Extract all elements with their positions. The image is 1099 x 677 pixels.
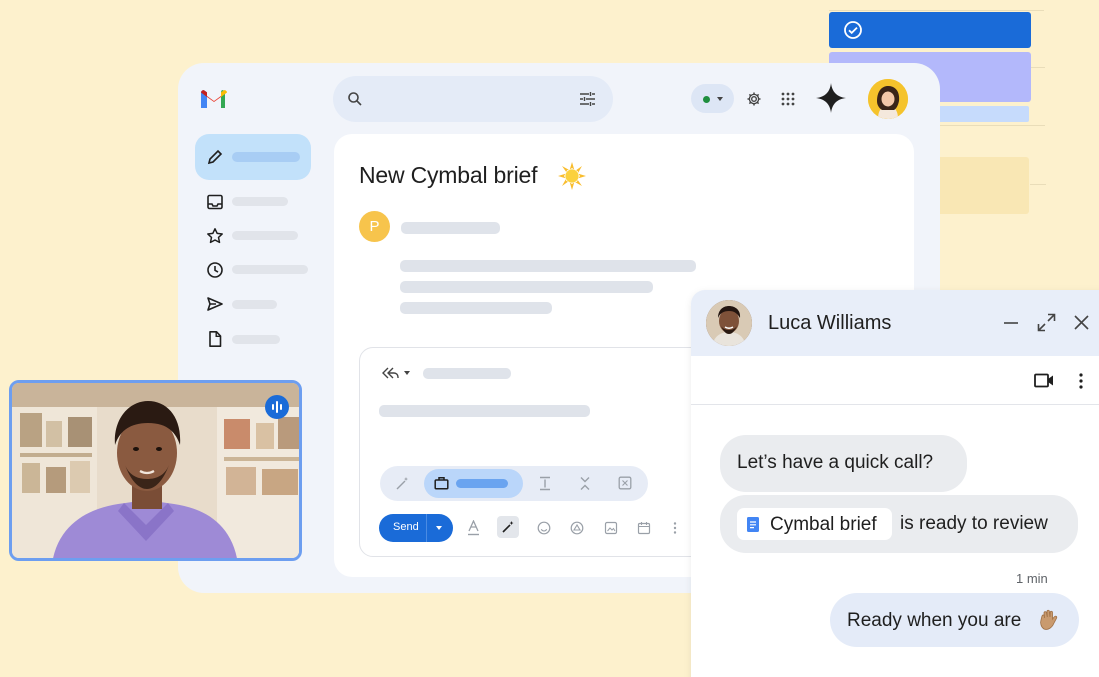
tune-icon[interactable] bbox=[579, 91, 596, 107]
emoji-icon[interactable] bbox=[537, 521, 551, 535]
contact-photo bbox=[706, 300, 752, 346]
more-vert-icon[interactable] bbox=[1079, 373, 1083, 389]
reply-box[interactable]: Send bbox=[359, 347, 729, 557]
avatar[interactable] bbox=[706, 300, 752, 346]
sidebar-item-inbox[interactable] bbox=[232, 197, 288, 206]
check-circle-icon bbox=[844, 21, 862, 39]
calendar-event[interactable] bbox=[935, 157, 1029, 214]
elaborate-icon[interactable] bbox=[538, 476, 552, 491]
speaking-indicator bbox=[265, 395, 289, 419]
gmail-logo[interactable] bbox=[201, 88, 227, 108]
star-icon[interactable] bbox=[206, 227, 224, 245]
image-icon[interactable] bbox=[604, 521, 618, 535]
sidebar-item-snoozed[interactable] bbox=[232, 265, 308, 274]
chat-contact-name: Luca Williams bbox=[768, 312, 892, 334]
magic-wand-icon[interactable] bbox=[395, 476, 410, 491]
expand-icon[interactable] bbox=[1037, 313, 1056, 332]
reply-all-icon[interactable] bbox=[380, 366, 400, 380]
sidebar-item-starred[interactable] bbox=[232, 231, 298, 240]
chat-window: Luca Williams Let’s have a quick call? C… bbox=[691, 290, 1099, 677]
chat-message-own[interactable]: Ready when you are bbox=[830, 593, 1079, 647]
sender-avatar[interactable]: P bbox=[359, 211, 390, 242]
shorten-icon[interactable] bbox=[579, 476, 591, 491]
message-body-line bbox=[400, 281, 653, 293]
text-format-icon[interactable] bbox=[467, 520, 480, 536]
chat-message[interactable]: Let’s have a quick call? bbox=[720, 435, 967, 492]
chat-header[interactable]: Luca Williams bbox=[691, 290, 1099, 356]
briefcase-icon bbox=[434, 477, 449, 490]
calendar-task-event[interactable] bbox=[829, 12, 1031, 48]
calendar-gridline bbox=[940, 125, 1045, 126]
inbox-icon[interactable] bbox=[206, 193, 224, 211]
close-icon[interactable] bbox=[1074, 315, 1089, 330]
chevron-down-icon[interactable] bbox=[436, 526, 442, 530]
pencil-icon bbox=[207, 149, 223, 165]
send-divider bbox=[426, 514, 427, 542]
draft-icon[interactable] bbox=[206, 330, 224, 348]
file-chip-label: Cymbal brief bbox=[770, 514, 877, 535]
audio-wave-icon bbox=[272, 401, 282, 413]
chevron-down-icon[interactable] bbox=[404, 371, 410, 375]
video-call-tile[interactable] bbox=[9, 380, 302, 561]
apps-grid-icon[interactable] bbox=[781, 92, 795, 106]
participant-video bbox=[12, 383, 299, 558]
reply-text-placeholder bbox=[379, 405, 590, 417]
google-docs-icon bbox=[747, 517, 759, 532]
message-timestamp: 1 min bbox=[1016, 571, 1048, 586]
profile-photo bbox=[868, 79, 908, 119]
clock-icon[interactable] bbox=[206, 261, 224, 279]
chat-message-text: Ready when you are bbox=[847, 610, 1022, 631]
waving-hand-emoji bbox=[1040, 609, 1058, 630]
send-button-label: Send bbox=[393, 521, 419, 533]
sidebar-item-drafts[interactable] bbox=[232, 335, 280, 344]
recipient-placeholder bbox=[423, 368, 511, 379]
search-icon bbox=[348, 92, 362, 106]
avatar[interactable] bbox=[868, 79, 908, 119]
more-vert-icon[interactable] bbox=[673, 521, 677, 535]
file-chip[interactable]: Cymbal brief bbox=[737, 508, 892, 540]
sidebar-item-sent[interactable] bbox=[232, 300, 277, 309]
polish-label-placeholder bbox=[456, 479, 508, 488]
drive-icon[interactable] bbox=[570, 521, 584, 535]
gemini-sparkle-icon[interactable] bbox=[815, 82, 847, 114]
chat-message[interactable]: Cymbal brief is ready to review bbox=[720, 495, 1078, 553]
chat-toolbar bbox=[691, 356, 1099, 405]
compose-button[interactable] bbox=[195, 134, 311, 180]
search-bar[interactable] bbox=[333, 76, 613, 122]
gear-icon[interactable] bbox=[746, 91, 762, 107]
message-body-line bbox=[400, 302, 552, 314]
minimize-icon[interactable] bbox=[1004, 322, 1018, 324]
calendar-gridline bbox=[829, 10, 1044, 11]
chevron-down-icon bbox=[717, 97, 723, 101]
calendar-gridline bbox=[1030, 184, 1046, 185]
chat-message-text: Let’s have a quick call? bbox=[737, 452, 934, 473]
status-selector[interactable] bbox=[691, 84, 734, 113]
schedule-icon[interactable] bbox=[637, 521, 651, 535]
message-subject: New Cymbal brief bbox=[359, 162, 538, 188]
chat-message-text: is ready to review bbox=[900, 513, 1048, 534]
ai-toolbar bbox=[380, 466, 648, 501]
magic-write-button[interactable] bbox=[497, 516, 519, 538]
sun-emoji bbox=[558, 162, 586, 190]
video-call-icon[interactable] bbox=[1034, 373, 1055, 388]
status-dot-icon bbox=[703, 96, 710, 103]
formalize-icon[interactable] bbox=[618, 476, 632, 490]
sender-name-placeholder bbox=[401, 222, 500, 234]
polish-option[interactable] bbox=[424, 469, 523, 498]
message-body-line bbox=[400, 260, 696, 272]
compose-label-placeholder bbox=[232, 152, 300, 162]
send-button[interactable]: Send bbox=[379, 514, 453, 542]
magic-write-icon bbox=[502, 521, 514, 533]
send-icon[interactable] bbox=[206, 295, 224, 313]
